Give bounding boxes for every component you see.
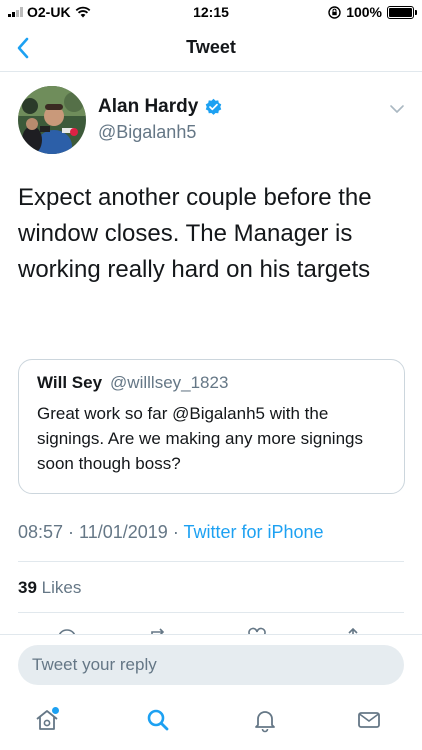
likes-number: 39 — [18, 578, 37, 597]
tweet-time: 08:57 — [18, 522, 64, 542]
quoted-author-handle: @willlsey_1823 — [110, 373, 229, 392]
meta-separator: · — [167, 522, 184, 542]
tab-home[interactable] — [33, 706, 61, 734]
messages-icon — [358, 712, 380, 728]
navigation-bar: Tweet — [0, 24, 422, 72]
meta-separator: · — [63, 522, 80, 542]
quoted-tweet[interactable]: Will Sey @willlsey_1823 Great work so fa… — [18, 359, 405, 494]
tab-notifications[interactable] — [251, 706, 279, 734]
tweet-text: Expect another couple before the window … — [18, 184, 372, 283]
tweet-date: 11/01/2019 — [79, 522, 168, 542]
tab-messages[interactable] — [355, 706, 383, 734]
tweet-source-link[interactable]: Twitter for iPhone — [183, 522, 323, 542]
author-name-row[interactable]: Alan Hardy — [98, 96, 223, 118]
divider — [18, 561, 404, 562]
status-bar: O2-UK 12:15 100% — [0, 0, 422, 24]
tweet-meta: 08:57 · 11/01/2019 · Twitter for iPhone — [18, 522, 324, 543]
battery-percent: 100% — [346, 4, 382, 20]
likes-count[interactable]: 39 Likes — [18, 578, 81, 598]
new-tweets-dot — [52, 707, 59, 714]
status-right: 100% — [328, 4, 417, 20]
orientation-lock-icon — [328, 5, 341, 19]
tab-search[interactable] — [144, 706, 172, 734]
reply-composer: Tweet your reply — [0, 634, 422, 690]
tweet-header: Alan Hardy @Bigalanh5 — [18, 86, 408, 156]
notifications-icon — [255, 711, 275, 733]
avatar-image — [18, 86, 86, 154]
page-title: Tweet — [186, 37, 236, 57]
battery-icon — [387, 5, 417, 19]
tab-bar — [0, 690, 422, 750]
quoted-tweet-header: Will Sey @willlsey_1823 — [37, 373, 386, 393]
tweet-options-button[interactable] — [386, 98, 408, 120]
likes-label: Likes — [41, 578, 82, 597]
divider — [18, 612, 404, 613]
author-name: Alan Hardy — [98, 96, 199, 117]
author-handle[interactable]: @Bigalanh5 — [98, 122, 196, 143]
chevron-down-icon — [390, 105, 404, 113]
avatar[interactable] — [18, 86, 86, 154]
quoted-author-name: Will Sey — [37, 373, 103, 392]
quoted-tweet-text: Great work so far @Bigalanh5 with the si… — [37, 404, 363, 473]
reply-input[interactable]: Tweet your reply — [18, 645, 404, 685]
verified-badge-icon — [206, 98, 222, 115]
search-icon — [147, 709, 169, 731]
